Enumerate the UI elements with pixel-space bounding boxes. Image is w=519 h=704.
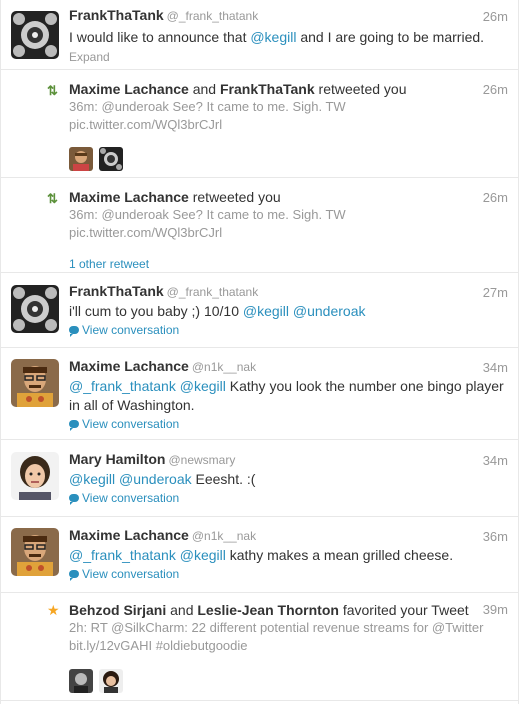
mention-link[interactable]: @underoak: [293, 303, 366, 319]
tweet-item[interactable]: Maxime Lachance @n1k__nak @_frank_thatank…: [1, 517, 519, 593]
notification-content: Behzod Sirjani and Leslie-Jean Thornton …: [69, 602, 508, 693]
timestamp[interactable]: 26m: [483, 9, 508, 24]
expand-link[interactable]: Expand: [69, 50, 508, 64]
avatar[interactable]: [99, 147, 123, 171]
view-conversation-link[interactable]: View conversation: [69, 323, 508, 337]
avatar[interactable]: [11, 359, 59, 407]
user-name[interactable]: FrankThaTank: [69, 7, 164, 23]
timestamp[interactable]: 34m: [483, 360, 508, 375]
user-handle[interactable]: @n1k__nak: [192, 360, 256, 374]
tweet-summary: 36m: @underoak See? It came to me. Sigh.…: [69, 99, 346, 114]
avatar[interactable]: [11, 11, 59, 59]
retweet-icon: ⇅: [47, 83, 58, 98]
other-retweets-link[interactable]: 1 other retweet: [69, 257, 508, 271]
favorite-notification[interactable]: ★ Behzod Sirjani and Leslie-Jean Thornto…: [1, 593, 519, 701]
user-handle[interactable]: @n1k__nak: [192, 529, 256, 543]
tweet-content: Maxime Lachance @n1k__nak @_frank_thatank…: [69, 358, 508, 431]
avatar[interactable]: [99, 669, 123, 693]
tweet-summary: 36m: @underoak See? It came to me. Sigh.…: [69, 207, 346, 222]
action-text: favorited your Tweet: [342, 602, 469, 618]
mention-link[interactable]: @kegill: [180, 547, 226, 563]
timestamp[interactable]: 26m: [483, 190, 508, 205]
tweet-text: @kegill @underoak Eeesht. :(: [69, 470, 508, 489]
avatar[interactable]: [11, 285, 59, 333]
mention-link[interactable]: @kegill: [180, 378, 226, 394]
tweet-text: I would like to announce that @kegill an…: [69, 28, 508, 47]
view-conversation-label: View conversation: [82, 491, 180, 505]
action-text: retweeted you: [318, 81, 407, 97]
text-segment: and I are going to be married.: [296, 29, 485, 45]
speech-bubble-icon: [69, 326, 79, 337]
tweet-summary-link[interactable]: bit.ly/12vGAHI #oldiebutgoodie: [69, 637, 508, 655]
tweet-content: FrankThaTank @_frank_thatank I would like…: [69, 7, 508, 64]
mention-link[interactable]: @_frank_thatank: [69, 378, 176, 394]
actor-avatars: [69, 147, 508, 171]
view-conversation-link[interactable]: View conversation: [69, 417, 508, 431]
text-segment: I would like to announce that: [69, 29, 251, 45]
retweet-notification[interactable]: ⇅ Maxime Lachance and FrankThaTank retwe…: [1, 70, 519, 178]
notification-content: Maxime Lachance retweeted you 36m: @unde…: [69, 189, 508, 271]
speech-bubble-icon: [69, 420, 79, 431]
timestamp[interactable]: 36m: [483, 529, 508, 544]
action-text: retweeted you: [192, 189, 281, 205]
view-conversation-link[interactable]: View conversation: [69, 567, 508, 581]
avatar[interactable]: [11, 528, 59, 576]
view-conversation-label: View conversation: [82, 567, 180, 581]
tweet-content: FrankThaTank @_frank_thatank i'll cum to …: [69, 283, 508, 337]
view-conversation-label: View conversation: [82, 417, 180, 431]
tweet-item[interactable]: FrankThaTank @_frank_thatank i'll cum to …: [1, 273, 519, 348]
user-name[interactable]: FrankThaTank: [69, 283, 164, 299]
user-handle[interactable]: @_frank_thatank: [167, 9, 259, 23]
speech-bubble-icon: [69, 494, 79, 505]
text-segment: Eeesht. :(: [191, 471, 256, 487]
tweet-text: i'll cum to you baby ;) 10/10 @kegill @u…: [69, 302, 508, 321]
tweet-item[interactable]: Maxime Lachance @n1k__nak @_frank_thatank…: [1, 348, 519, 440]
tweet-text: @_frank_thatank @kegill Kathy you look t…: [69, 377, 508, 415]
text-segment: i'll cum to you baby ;) 10/10: [69, 303, 243, 319]
mention-link[interactable]: @_frank_thatank: [69, 547, 176, 563]
user-name[interactable]: Maxime Lachance: [69, 358, 189, 374]
mention-link[interactable]: @kegill: [69, 471, 115, 487]
tweet-item[interactable]: Mary Hamilton @newsmary @kegill @underoak…: [1, 440, 519, 517]
user-name[interactable]: Mary Hamilton: [69, 451, 165, 467]
notification-content: Maxime Lachance and FrankThaTank retweet…: [69, 81, 508, 171]
tweet-summary-link[interactable]: pic.twitter.com/WQl3brCJrl: [69, 224, 508, 242]
joiner-text: and: [192, 81, 217, 97]
avatar[interactable]: [69, 669, 93, 693]
text-segment: kathy makes a mean grilled cheese.: [225, 547, 454, 563]
actor-name[interactable]: Behzod Sirjani: [69, 602, 166, 618]
user-name[interactable]: Maxime Lachance: [69, 527, 189, 543]
tweet-content: Mary Hamilton @newsmary @kegill @underoak…: [69, 451, 508, 505]
user-handle[interactable]: @newsmary: [168, 453, 235, 467]
timestamp[interactable]: 34m: [483, 453, 508, 468]
timestamp[interactable]: 27m: [483, 285, 508, 300]
actor-avatars: [69, 669, 508, 693]
tweet-text: @_frank_thatank @kegill kathy makes a me…: [69, 546, 508, 565]
retweet-notification[interactable]: ⇅ Maxime Lachance retweeted you 36m: @un…: [1, 178, 519, 273]
actor-name[interactable]: FrankThaTank: [220, 81, 315, 97]
retweet-icon: ⇅: [47, 191, 58, 206]
notifications-feed: FrankThaTank @_frank_thatank I would like…: [0, 0, 519, 704]
view-conversation-label: View conversation: [82, 323, 180, 337]
user-handle[interactable]: @_frank_thatank: [167, 285, 259, 299]
timestamp[interactable]: 26m: [483, 82, 508, 97]
avatar[interactable]: [69, 147, 93, 171]
mention-link[interactable]: @underoak: [119, 471, 192, 487]
star-icon: ★: [47, 602, 60, 618]
mention-link[interactable]: @kegill: [250, 29, 296, 45]
actor-name[interactable]: Maxime Lachance: [69, 81, 189, 97]
view-conversation-link[interactable]: View conversation: [69, 491, 508, 505]
tweet-summary: 2h: RT @SilkCharm: 22 different potentia…: [69, 620, 484, 635]
timestamp[interactable]: 39m: [483, 602, 508, 617]
speech-bubble-icon: [69, 570, 79, 581]
mention-link[interactable]: @kegill: [243, 303, 289, 319]
actor-name[interactable]: Maxime Lachance: [69, 189, 189, 205]
avatar[interactable]: [11, 452, 59, 500]
tweet-summary-link[interactable]: pic.twitter.com/WQl3brCJrl: [69, 116, 508, 134]
joiner-text: and: [170, 602, 194, 618]
tweet-item[interactable]: FrankThaTank @_frank_thatank I would like…: [1, 0, 519, 70]
actor-name[interactable]: Leslie-Jean Thornton: [197, 602, 339, 618]
tweet-content: Maxime Lachance @n1k__nak @_frank_thatank…: [69, 527, 508, 581]
